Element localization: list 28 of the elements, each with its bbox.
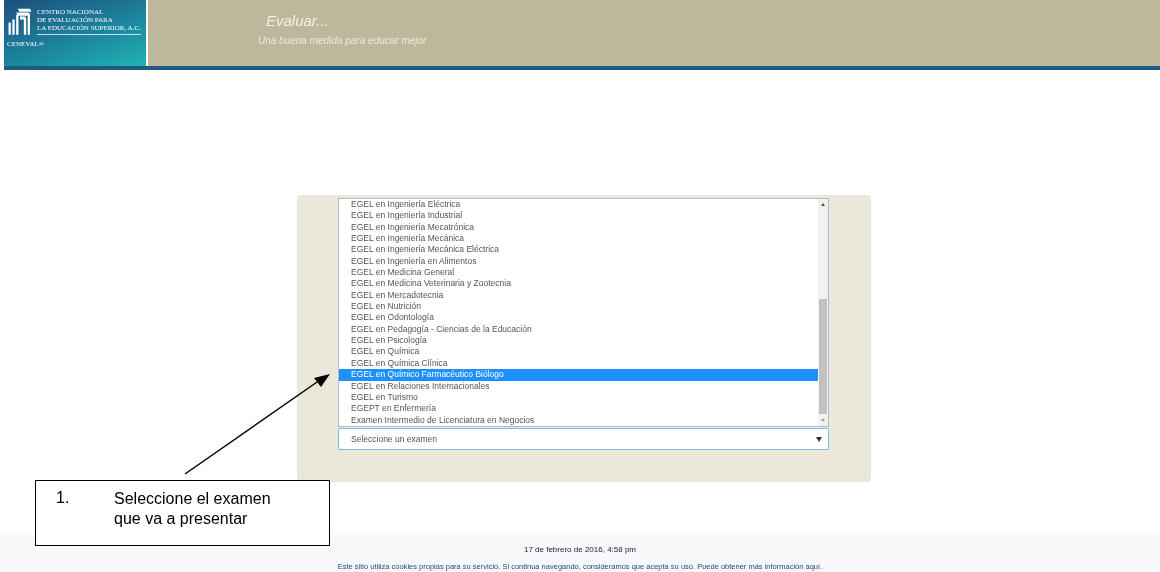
exam-option[interactable]: EGEL en Ingeniería Eléctrica bbox=[339, 199, 818, 211]
exam-option[interactable]: EGEL en Odontología bbox=[339, 312, 818, 324]
exam-select[interactable]: Seleccione un examen bbox=[338, 428, 829, 450]
exam-option[interactable]: EGEL en Medicina General bbox=[339, 267, 818, 279]
exam-option[interactable]: EGEL en Nutrición bbox=[339, 301, 818, 313]
header-title: Evaluar... bbox=[266, 12, 330, 29]
exam-option[interactable]: EGEL en Ingeniería Mecánica bbox=[339, 233, 818, 245]
exam-option[interactable]: EGEL en Ingeniería en Alimentos bbox=[339, 255, 818, 268]
exam-option[interactable]: EGEL en Química Clínica bbox=[339, 357, 818, 370]
exam-option[interactable]: EGEL en Pedagogía - Ciencias de la Educación bbox=[339, 323, 818, 336]
exam-option[interactable]: EGEL en Relaciones Internacionales bbox=[339, 380, 818, 392]
callout-text: Seleccione el examen que va a presentar bbox=[114, 489, 272, 529]
exam-listbox[interactable] bbox=[338, 198, 829, 427]
exam-option[interactable]: EGEL en Medicina Veterinaria y Zootecnia bbox=[339, 278, 818, 290]
exam-option[interactable]: EGEL en Psicología bbox=[339, 335, 818, 347]
exam-option[interactable]: EGEL en Turismo bbox=[339, 391, 818, 404]
exam-option[interactable]: EGEL en Ingeniería Industrial bbox=[339, 210, 818, 222]
exam-option[interactable]: Examen Intermedio de Licenciatura en Negocios bbox=[339, 414, 818, 426]
header-subtitle: Una buena medida para educar mejor bbox=[258, 35, 428, 46]
exam-option[interactable]: EGEL en Química bbox=[339, 346, 818, 358]
exam-option[interactable]: EGEL en Ingeniería Mecatrónica bbox=[339, 221, 818, 234]
step-number: 1. bbox=[56, 489, 71, 508]
exam-option[interactable]: EGEPT en Enfermería bbox=[339, 403, 818, 415]
scrollbar[interactable] bbox=[818, 199, 828, 426]
dropdown-caret-icon bbox=[816, 436, 822, 442]
exam-option[interactable]: EGEL en Mercadotecnia bbox=[339, 289, 818, 302]
exam-option[interactable]: EGEL en Ingeniería Mecánica Eléctrica bbox=[339, 244, 818, 256]
footer-date: 17 de febrero de 2016, 4:58 pm bbox=[523, 545, 637, 554]
